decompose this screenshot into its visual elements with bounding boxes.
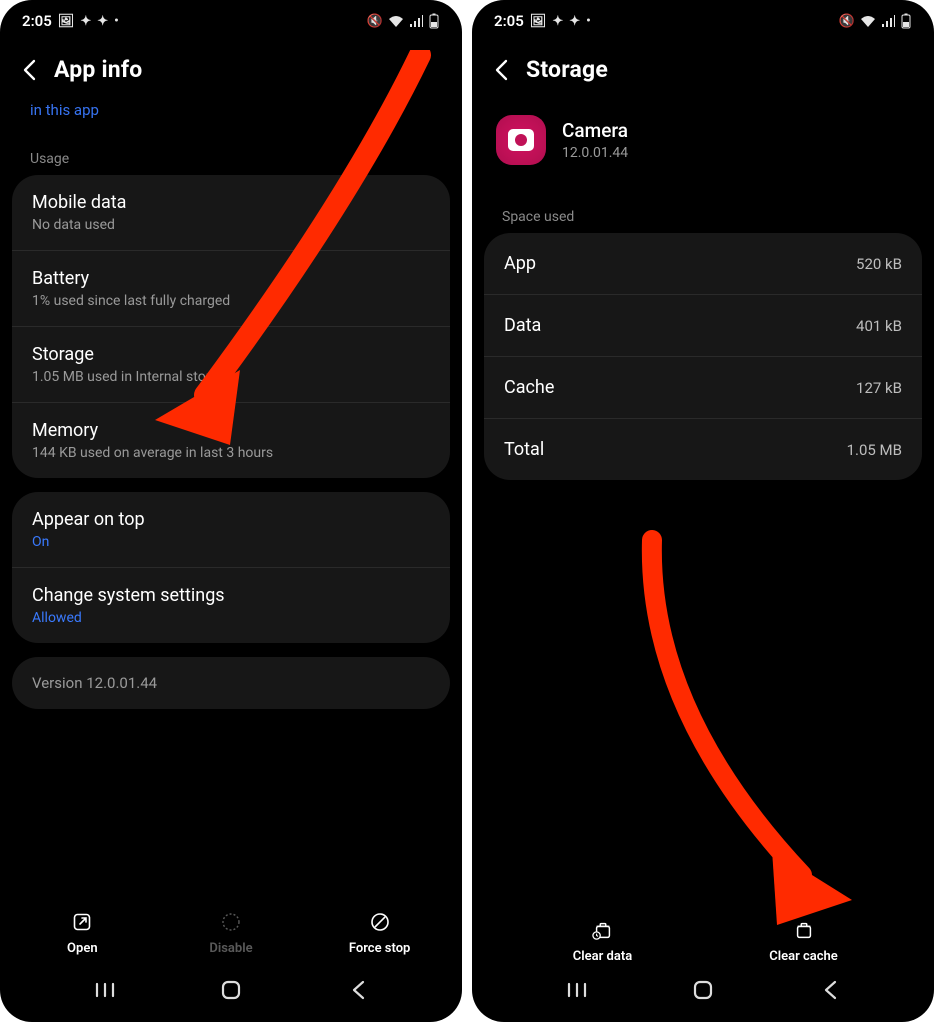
recents-button[interactable] <box>83 977 127 1003</box>
camera-app-icon <box>496 115 546 165</box>
row-sub: Allowed <box>32 610 430 626</box>
row-title: Change system settings <box>32 585 430 606</box>
version-card: Version 12.0.01.44 <box>12 657 450 709</box>
arrow-to-clear-cache <box>592 530 912 930</box>
row-sub: No data used <box>32 217 430 233</box>
row-key: Total <box>504 439 544 460</box>
wifi-icon <box>388 15 404 27</box>
row-val: 127 kB <box>856 379 902 397</box>
row-app: App 520 kB <box>484 233 922 295</box>
signal-icon <box>409 15 423 27</box>
row-appear-on-top[interactable]: Appear on top On <box>12 492 450 568</box>
row-data: Data 401 kB <box>484 295 922 357</box>
fan-icon: ✦ <box>97 14 108 29</box>
row-title: Storage <box>32 344 430 365</box>
row-title: Battery <box>32 268 430 289</box>
fan-icon: ✦ <box>552 14 563 29</box>
mute-icon: 🔇 <box>367 14 383 29</box>
version-text: Version 12.0.01.44 <box>32 674 430 692</box>
row-title: Memory <box>32 420 430 441</box>
row-storage[interactable]: Storage 1.05 MB used in Internal storage <box>12 327 450 403</box>
row-val: 401 kB <box>856 317 902 335</box>
row-total: Total 1.05 MB <box>484 419 922 480</box>
battery-icon <box>900 13 912 29</box>
recents-button[interactable] <box>555 977 599 1003</box>
bottom-bar: Clear data Clear cache <box>472 919 934 964</box>
status-bar: 2:05 🖼 ✦ ✦ • 🔇 <box>472 0 934 42</box>
mute-icon: 🔇 <box>839 14 855 29</box>
nav-bar <box>472 968 934 1012</box>
dot-icon: • <box>586 14 591 29</box>
clear-data-label: Clear data <box>573 949 632 964</box>
back-button[interactable] <box>336 977 380 1003</box>
screen-header: Storage <box>472 42 934 101</box>
row-sub: 1% used since last fully charged <box>32 293 430 309</box>
row-sub: 144 KB used on average in last 3 hours <box>32 445 430 461</box>
screen-header: App info <box>0 42 462 101</box>
dot-icon: • <box>114 14 119 29</box>
force-stop-label: Force stop <box>349 941 411 956</box>
app-header: Camera 12.0.01.44 <box>472 101 934 185</box>
row-sub: 1.05 MB used in Internal storage <box>32 369 430 385</box>
row-battery[interactable]: Battery 1% used since last fully charged <box>12 251 450 327</box>
back-button[interactable] <box>808 977 852 1003</box>
back-icon[interactable] <box>22 59 36 81</box>
fan-icon: ✦ <box>80 14 91 29</box>
usage-card: Mobile data No data used Battery 1% used… <box>12 175 450 478</box>
row-mobile-data[interactable]: Mobile data No data used <box>12 175 450 251</box>
row-memory[interactable]: Memory 144 KB used on average in last 3 … <box>12 403 450 478</box>
space-used-card: App 520 kB Data 401 kB Cache 127 kB Tota… <box>484 233 922 480</box>
clock: 2:05 <box>22 12 52 30</box>
open-label: Open <box>67 941 98 956</box>
row-key: Cache <box>504 377 554 398</box>
disable-icon <box>220 911 242 933</box>
force-stop-button[interactable]: Force stop <box>306 911 453 956</box>
row-cache: Cache 127 kB <box>484 357 922 419</box>
status-bar: 2:05 🖼 ✦ ✦ • 🔇 <box>0 0 462 42</box>
home-button[interactable] <box>209 977 253 1003</box>
row-title: Appear on top <box>32 509 430 530</box>
force-stop-icon <box>369 911 391 933</box>
clear-data-button[interactable]: Clear data <box>502 919 703 964</box>
disable-button: Disable <box>157 911 304 956</box>
wifi-icon <box>860 15 876 27</box>
app-version: 12.0.01.44 <box>562 145 628 161</box>
open-button[interactable]: Open <box>9 911 156 956</box>
home-button[interactable] <box>681 977 725 1003</box>
trash-data-icon <box>592 919 614 941</box>
phone-app-info: 2:05 🖼 ✦ ✦ • 🔇 <box>0 0 462 1022</box>
clear-cache-label: Clear cache <box>769 949 838 964</box>
signal-icon <box>881 15 895 27</box>
bottom-bar: Open Disable Force stop <box>0 903 462 964</box>
row-val: 520 kB <box>856 255 902 273</box>
clock: 2:05 <box>494 12 524 30</box>
cutoff-link[interactable]: in this app <box>0 101 462 127</box>
page-title: Storage <box>526 56 608 83</box>
section-space-label: Space used <box>472 185 934 233</box>
app-name: Camera <box>562 119 628 142</box>
permissions-card: Appear on top On Change system settings … <box>12 492 450 643</box>
row-key: Data <box>504 315 541 336</box>
row-val: 1.05 MB <box>847 441 902 459</box>
picture-icon: 🖼 <box>530 14 547 29</box>
row-change-system[interactable]: Change system settings Allowed <box>12 568 450 643</box>
open-icon <box>71 911 93 933</box>
row-title: Mobile data <box>32 192 430 213</box>
row-version: Version 12.0.01.44 <box>12 657 450 709</box>
nav-bar <box>0 968 462 1012</box>
row-sub: On <box>32 534 430 550</box>
fan-icon: ✦ <box>569 14 580 29</box>
disable-label: Disable <box>209 941 252 956</box>
row-key: App <box>504 253 536 274</box>
picture-icon: 🖼 <box>58 14 75 29</box>
trash-cache-icon <box>793 919 815 941</box>
section-usage-label: Usage <box>0 127 462 175</box>
phone-storage: 2:05 🖼 ✦ ✦ • 🔇 <box>472 0 934 1022</box>
battery-icon <box>428 13 440 29</box>
page-title: App info <box>54 56 142 83</box>
back-icon[interactable] <box>494 59 508 81</box>
clear-cache-button[interactable]: Clear cache <box>703 919 904 964</box>
